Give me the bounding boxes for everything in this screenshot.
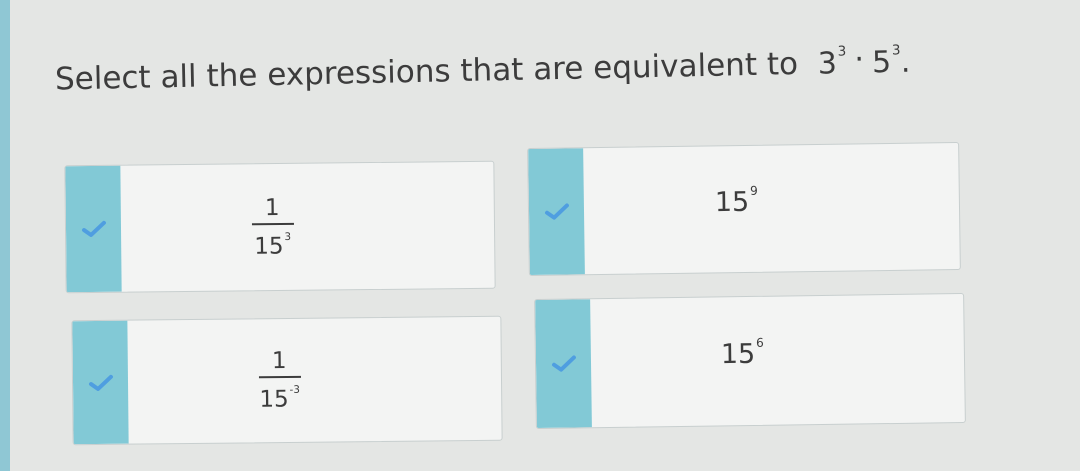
power-expression: 159 [715,184,759,218]
option-checkbox[interactable] [65,165,122,293]
power-exponent: 3 [284,230,292,243]
option-15-to-the-9[interactable]: 159 [527,141,961,277]
checkmark-icon [81,220,106,237]
option-15-to-the-6[interactable]: 156 [534,293,966,429]
option-expression: 159 [583,143,960,274]
power-exponent: 6 [755,335,764,351]
fraction: 1 153 [251,195,294,260]
checkmark-icon [88,374,113,391]
fraction-denominator: 153 [254,225,291,260]
checkmark-icon [551,355,576,372]
checkmark-icon [544,203,569,220]
option-expression: 1 15-3 [127,317,501,444]
power-exponent: 9 [749,183,758,199]
fraction-denominator: 15-3 [259,378,300,413]
fraction-numerator: 1 [271,348,287,375]
option-checkbox[interactable] [72,320,129,445]
power-base: 15 [259,386,289,414]
option-one-over-15-to-negative-3[interactable]: 1 15-3 [71,315,503,446]
option-checkbox[interactable] [528,148,585,275]
answer-options: 1 153 159 1 15-3 156 [0,0,1080,471]
option-checkbox[interactable] [535,299,592,428]
power-base: 15 [254,233,284,260]
power-base: 15 [714,186,750,219]
option-one-over-15-cubed[interactable]: 1 153 [64,160,496,294]
power-expression: 156 [721,336,765,370]
power-exponent: -3 [289,384,300,397]
option-expression: 1 153 [120,162,494,292]
power-base: 15 [720,338,756,371]
option-expression: 156 [590,294,965,427]
fraction-numerator: 1 [264,194,280,221]
fraction: 1 15-3 [258,348,301,413]
